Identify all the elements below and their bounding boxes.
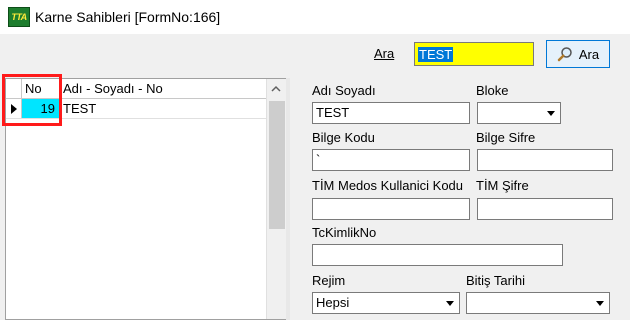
tim-sifre-field[interactable]: [477, 198, 613, 220]
rejim-label: Rejim: [312, 273, 346, 288]
search-button[interactable]: Ara: [546, 40, 610, 68]
search-button-label: Ara: [578, 46, 600, 62]
tc-kimlik-label: TcKimlikNo: [312, 225, 377, 240]
bloke-dropdown[interactable]: [477, 102, 561, 124]
scroll-up-arrow-icon[interactable]: [271, 84, 281, 94]
bloke-label: Bloke: [476, 83, 509, 98]
cell-name[interactable]: TEST: [60, 99, 266, 118]
scrollbar-thumb[interactable]: [269, 101, 285, 229]
tim-medos-kullanici-field[interactable]: [312, 198, 470, 220]
bitis-tarihi-label: Bitiş Tarihi: [466, 273, 526, 288]
tim-sifre-label: TİM Şifre: [476, 178, 529, 193]
detail-form: Adı Soyadı TEST Bloke Bilge Kodu ` Bilge…: [290, 78, 630, 320]
tim-medos-kullanici-label: TİM Medos Kullanici Kodu: [312, 178, 464, 193]
ad-soyad-field[interactable]: TEST: [312, 102, 470, 124]
bilge-kodu-field[interactable]: `: [312, 149, 470, 171]
tc-kimlik-field[interactable]: [312, 244, 563, 266]
vertical-scrollbar[interactable]: [266, 79, 286, 319]
bilge-sifre-label: Bilge Sifre: [476, 130, 536, 145]
magnifier-icon: [557, 46, 573, 62]
column-header-name[interactable]: Adı - Soyadı - No: [60, 79, 266, 98]
bilge-sifre-field[interactable]: [477, 149, 613, 171]
bitis-tarihi-dropdown[interactable]: [466, 292, 610, 314]
app-logo-icon: TTA: [8, 7, 30, 27]
search-label: Ara: [374, 46, 395, 61]
chevron-down-icon: [547, 111, 555, 116]
search-input-text: TEST: [418, 46, 454, 62]
rejim-value: Hepsi: [316, 295, 350, 310]
chevron-down-icon: [446, 301, 454, 306]
window-title: Karne Sahibleri [FormNo:166]: [35, 9, 221, 25]
rejim-dropdown[interactable]: Hepsi: [312, 292, 460, 314]
ad-soyad-label: Adı Soyadı: [312, 83, 376, 98]
search-toolbar: Ara TEST Ara: [0, 34, 630, 76]
bilge-kodu-label: Bilge Kodu: [312, 130, 375, 145]
chevron-down-icon: [596, 301, 604, 306]
search-input[interactable]: TEST: [414, 42, 534, 66]
annotation-highlight-box: [2, 74, 62, 126]
title-bar: TTA Karne Sahibleri [FormNo:166]: [0, 0, 630, 34]
